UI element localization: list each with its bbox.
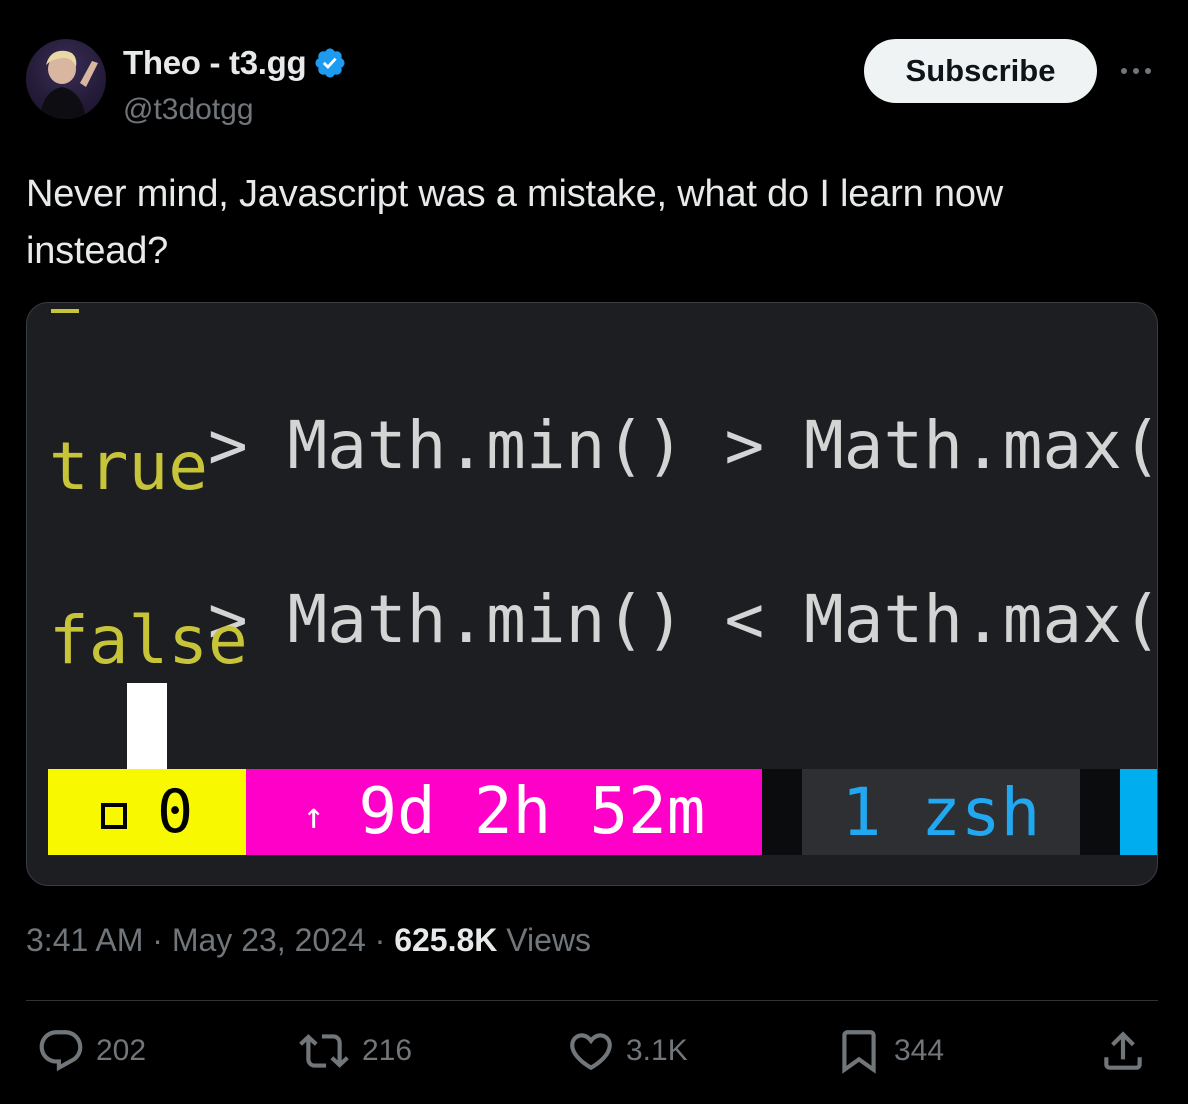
views-label: Views — [506, 922, 592, 958]
terminal-result-true: true — [49, 428, 208, 505]
bookmark-icon — [842, 1030, 876, 1074]
meta-separator: · — [374, 922, 386, 958]
tweet-time[interactable]: 3:41 AM — [26, 922, 143, 958]
repost-button[interactable]: 216 — [296, 1026, 412, 1076]
heart-icon — [570, 1033, 612, 1071]
tweet-media-terminal[interactable]: > Math.min() > Math.max() true > Math.mi… — [26, 302, 1158, 886]
display-name-text: Theo - t3.gg — [123, 44, 307, 81]
share-icon — [1104, 1031, 1142, 1070]
status-window-count: 0 — [48, 769, 246, 855]
terminal-prompt: > — [207, 407, 248, 484]
tmux-status-bar: 0 ↑ 9d 2h 52m 1 zsh — [48, 769, 1157, 855]
status-uptime: ↑ 9d 2h 52m — [246, 769, 762, 855]
tweet-meta: 3:41 AM · May 23, 2024 · 625.8K Views — [26, 922, 591, 959]
display-name[interactable]: Theo - t3.gg — [123, 44, 347, 82]
like-count: 3.1K — [626, 1034, 688, 1067]
meta-separator: · — [152, 922, 163, 958]
subscribe-button[interactable]: Subscribe — [864, 39, 1097, 103]
terminal-prev-line-fragment — [51, 309, 79, 313]
status-accent-block — [1120, 769, 1157, 855]
reply-count: 202 — [96, 1034, 147, 1067]
reply-button[interactable]: 202 — [36, 1026, 146, 1076]
avatar[interactable] — [26, 39, 106, 119]
like-button[interactable]: 3.1K — [566, 1026, 688, 1076]
bookmark-button[interactable]: 344 — [834, 1026, 944, 1076]
views-count: 625.8K — [394, 922, 498, 958]
active-window-label: 1 zsh — [841, 773, 1041, 851]
share-button[interactable] — [1098, 1026, 1158, 1076]
uptime-value: 9d 2h 52m — [358, 775, 706, 849]
tweet-date[interactable]: May 23, 2024 — [172, 922, 366, 958]
repost-icon — [299, 1034, 349, 1068]
tweet-text: Never mind, Javascript was a mistake, wh… — [26, 173, 1004, 272]
terminal-command: Math.min() < Math.max() — [287, 581, 1158, 658]
verified-badge-icon — [315, 48, 345, 78]
terminal-line-1: > Math.min() > Math.max() — [49, 347, 1158, 545]
repost-count: 216 — [362, 1034, 413, 1067]
terminal-result-false: false — [49, 602, 248, 679]
bookmark-count: 344 — [894, 1034, 945, 1067]
window-count-value: 0 — [156, 777, 194, 847]
status-active-window: 1 zsh — [802, 769, 1080, 855]
terminal-cursor — [127, 683, 167, 769]
window-square-icon — [100, 803, 127, 829]
avatar-image — [40, 50, 98, 119]
divider — [26, 1000, 1158, 1001]
more-horizontal-icon[interactable] — [1116, 56, 1156, 86]
user-handle[interactable]: @t3dotgg — [123, 93, 254, 127]
up-arrow-icon: ↑ — [302, 795, 325, 837]
reply-icon — [39, 1030, 83, 1072]
terminal-command: Math.min() > Math.max() — [287, 407, 1158, 484]
